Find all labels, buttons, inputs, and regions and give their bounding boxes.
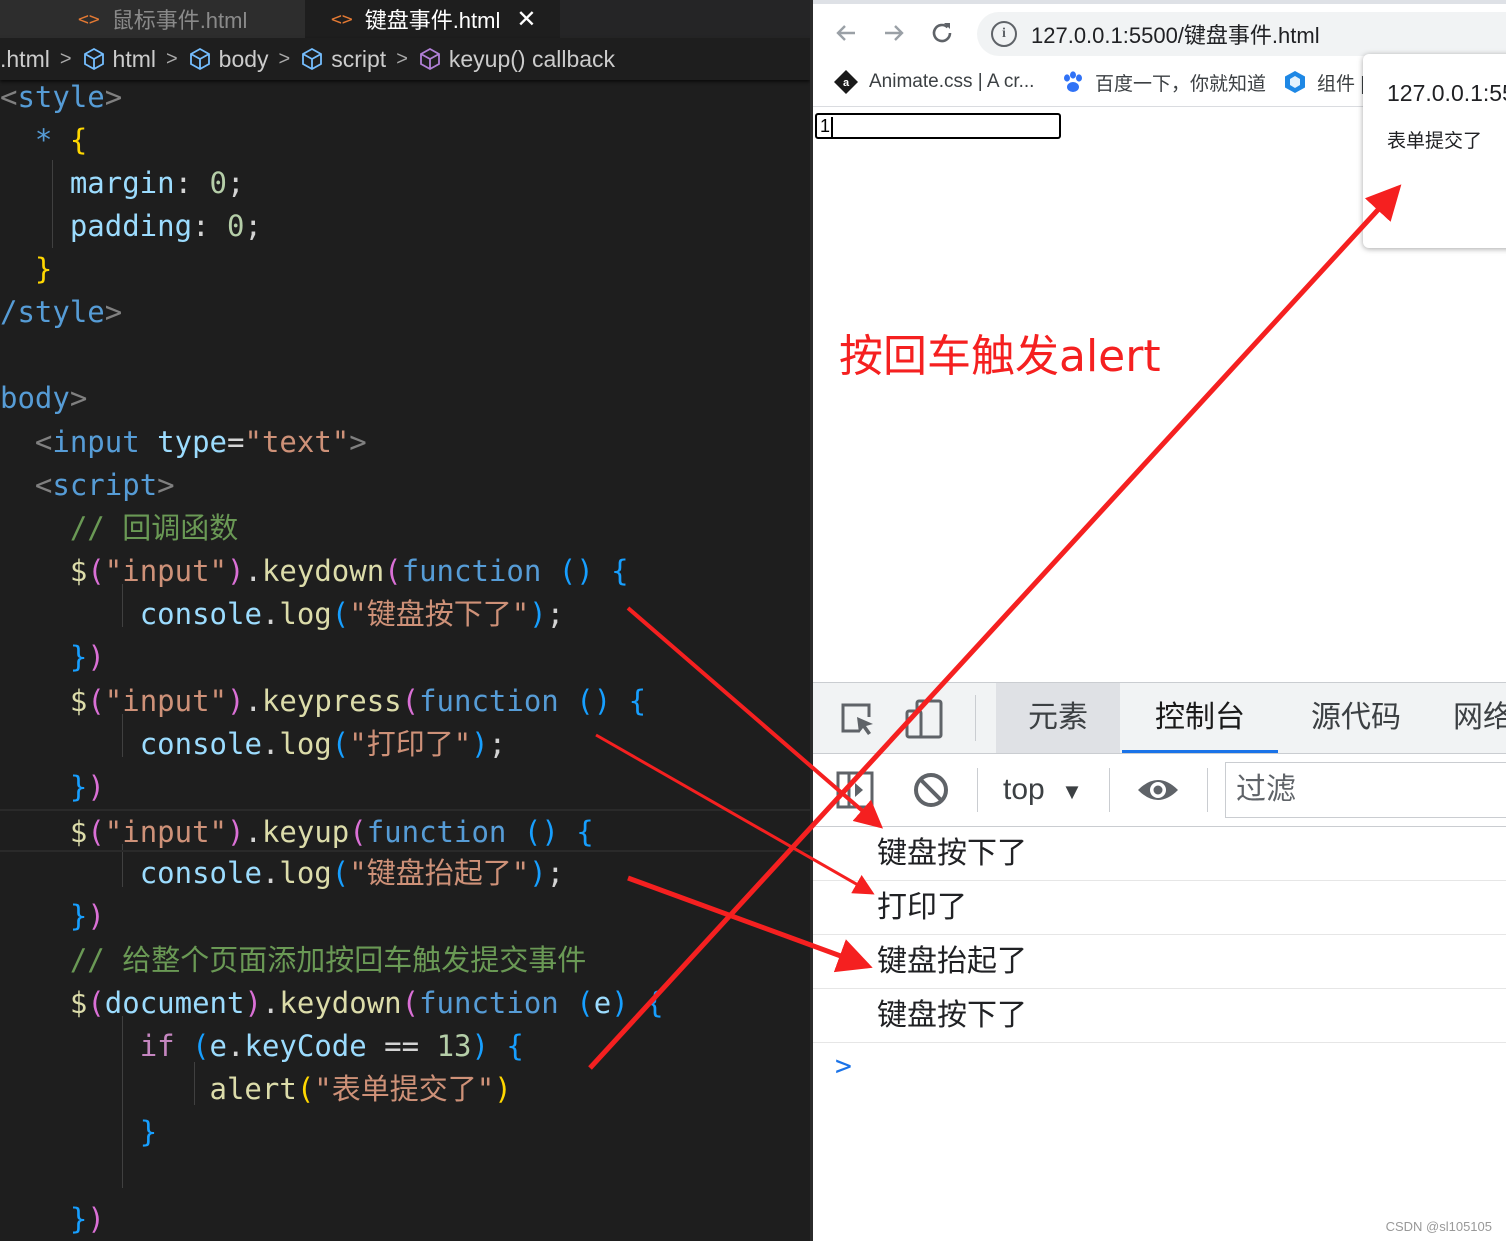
bookmark-baidu[interactable]: 百度一下，你就知道: [1061, 68, 1266, 96]
navigation-bar: i 127.0.0.1:5500/键盘事件.html: [813, 4, 1506, 60]
editor-tab-bar: <> 鼠标事件.html <> 键盘事件.html ✕: [0, 0, 810, 38]
code-line: }): [69, 640, 105, 674]
divider: [1109, 768, 1110, 812]
code-line: <input type="text">: [34, 425, 367, 459]
code-line: if (e.keyCode == 13) {: [139, 1029, 524, 1063]
chevron-right-icon: >: [165, 47, 178, 70]
tab-mouse-events[interactable]: <> 鼠标事件.html: [0, 0, 305, 38]
tab-network[interactable]: 网络: [1453, 683, 1506, 753]
code-line: <style>: [0, 80, 123, 114]
alert-origin: 127.0.0.1:55: [1387, 80, 1506, 106]
code-line: }: [34, 252, 53, 286]
code-line: // 回调函数: [69, 511, 239, 545]
address-bar[interactable]: i 127.0.0.1:5500/键盘事件.html: [977, 12, 1506, 56]
chevron-right-icon: >: [278, 47, 291, 70]
code-line: console.log("键盘抬起了");: [139, 856, 565, 890]
divider: [975, 695, 976, 741]
animate-logo-icon: a: [834, 70, 858, 94]
code-line: // 给整个页面添加按回车触发提交事件: [69, 943, 587, 977]
clear-console-icon[interactable]: [911, 770, 951, 814]
code-line: * {: [34, 123, 88, 157]
console-message: 键盘抬起了: [813, 935, 1506, 989]
filter-input[interactable]: 过滤: [1225, 762, 1506, 818]
dropdown-triangle-icon: ▼: [1061, 779, 1083, 804]
baidu-paw-icon: [1064, 71, 1082, 92]
code-line-current: $("input").keyup(function () {: [0, 809, 810, 852]
tab-console[interactable]: 控制台: [1122, 683, 1278, 753]
annotation-text: 按回车触发alert: [839, 331, 1161, 382]
console-message: 打印了: [813, 881, 1506, 935]
text-caret: [831, 117, 834, 138]
breadcrumb: .html > html > body > script > keyup() c…: [0, 38, 810, 80]
code-line: $(document).keydown(function (e) {: [69, 986, 664, 1020]
html-file-icon: <>: [78, 8, 100, 30]
reload-icon[interactable]: [927, 18, 957, 48]
tab-elements[interactable]: 元素: [996, 683, 1120, 753]
devtools-panel: 元素 控制台 源代码 网络 top ▼ 过滤 键盘按下了 打印了 键盘抬起了 键…: [813, 682, 1506, 1241]
code-line: <script>: [34, 468, 175, 502]
breadcrumb-file[interactable]: .html: [0, 46, 50, 73]
code-line: }): [69, 899, 105, 933]
method-cube-icon: [419, 47, 440, 71]
code-line: $("input").keypress(function () {: [69, 684, 647, 718]
code-line: }): [69, 770, 105, 804]
tab-label: 鼠标事件.html: [111, 8, 248, 33]
context-selector[interactable]: top ▼: [1003, 768, 1083, 812]
sidebar-toggle-icon[interactable]: [835, 770, 875, 814]
code-line: /style>: [0, 295, 123, 329]
code-line: console.log("打印了");: [139, 727, 507, 761]
breadcrumb-html[interactable]: html: [82, 46, 156, 73]
devtools-tab-bar: 元素 控制台 源代码 网络: [813, 683, 1506, 754]
bookmark-animate-css[interactable]: a Animate.css | A cr...: [833, 68, 1034, 96]
cube-icon: [302, 47, 323, 71]
console-toolbar: top ▼ 过滤: [813, 754, 1506, 827]
code-line: body>: [0, 381, 88, 415]
console-message: 键盘按下了: [813, 989, 1506, 1043]
url-text: 127.0.0.1:5500/键盘事件.html: [1031, 23, 1320, 48]
device-toolbar-icon[interactable]: [903, 697, 947, 741]
divider: [977, 768, 978, 812]
hexagon-logo-icon: [1285, 71, 1305, 93]
tab-keyboard-events[interactable]: <> 键盘事件.html ✕: [305, 0, 560, 38]
watermark: CSDN @sl105105: [1385, 1219, 1492, 1234]
alert-message: 表单提交了: [1387, 130, 1483, 152]
svg-text:a: a: [843, 77, 850, 89]
info-icon[interactable]: i: [991, 21, 1017, 47]
cube-icon: [83, 47, 104, 71]
code-line: }): [69, 1202, 105, 1236]
browser-window: i 127.0.0.1:5500/键盘事件.html a Animate.css…: [810, 0, 1506, 1241]
code-line: padding: 0;: [69, 209, 262, 243]
text-input[interactable]: 1: [815, 113, 1061, 139]
code-line: margin: 0;: [69, 166, 245, 200]
breadcrumb-script[interactable]: script: [300, 46, 386, 73]
inspect-element-icon[interactable]: [835, 697, 879, 741]
back-arrow-icon[interactable]: [831, 18, 861, 48]
chevron-right-icon: >: [396, 47, 408, 70]
tab-label: 键盘事件.html: [364, 8, 501, 33]
html-file-icon: <>: [331, 8, 353, 30]
close-tab-icon[interactable]: ✕: [516, 5, 536, 34]
divider: [1207, 768, 1208, 812]
tab-sources[interactable]: 源代码: [1291, 683, 1421, 753]
code-editor: <> 鼠标事件.html <> 键盘事件.html ✕ .html > html…: [0, 0, 810, 1241]
code-line: alert("表单提交了"): [209, 1072, 512, 1106]
console-message: 键盘按下了: [813, 827, 1506, 881]
forward-arrow-icon[interactable]: [879, 18, 909, 48]
breadcrumb-body[interactable]: body: [188, 46, 269, 73]
code-line: console.log("键盘按下了");: [139, 597, 565, 631]
cube-icon: [189, 47, 210, 71]
chevron-right-icon: >: [59, 47, 72, 70]
code-line: }: [139, 1115, 158, 1149]
breadcrumb-callback[interactable]: keyup() callback: [418, 46, 615, 73]
alert-dialog: 127.0.0.1:55 表单提交了: [1363, 54, 1506, 248]
code-line: $("input").keydown(function () {: [69, 554, 629, 588]
console-prompt-icon[interactable]: >: [835, 1049, 852, 1082]
eye-icon[interactable]: [1135, 770, 1181, 814]
bookmark-components[interactable]: 组件 |: [1283, 68, 1365, 96]
